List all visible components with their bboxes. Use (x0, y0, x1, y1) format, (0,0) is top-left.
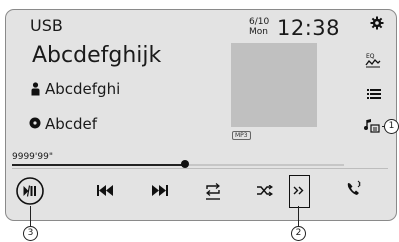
shuffle-icon[interactable] (257, 185, 273, 196)
progress-fill (12, 164, 185, 166)
callout-2-line (298, 206, 299, 227)
list-icon[interactable] (367, 88, 381, 100)
next-track-icon[interactable] (152, 185, 168, 196)
date-label: 6/10 (249, 17, 270, 27)
callout-3-line (30, 206, 31, 227)
callout-3: 3 (23, 226, 38, 241)
callout-2: 2 (291, 226, 306, 241)
album-disc-icon (29, 117, 41, 129)
music-search-icon[interactable] (364, 118, 382, 134)
artist-icon (31, 82, 40, 96)
date-display: 6/10 Mon (249, 17, 269, 37)
track-title: Abcdefghijk (32, 43, 162, 68)
eq-icon[interactable]: EQ (365, 52, 381, 68)
clock-display: 12:38 (277, 16, 341, 40)
previous-track-icon[interactable] (97, 185, 113, 196)
format-badge: MP3 (232, 131, 251, 140)
album-artwork (231, 43, 317, 127)
album-name: Abcdef (45, 115, 98, 133)
weekday-label: Mon (249, 27, 268, 37)
svg-text:EQ: EQ (366, 53, 375, 60)
divider (12, 168, 388, 169)
play-pause-icon[interactable] (15, 176, 45, 206)
play-time: 9999'99" (12, 152, 53, 162)
source-label[interactable]: USB (30, 16, 63, 35)
more-icon[interactable] (293, 186, 304, 195)
artist-name: Abcdefghi (45, 80, 121, 98)
callout-1: 1 (384, 119, 399, 134)
progress-knob[interactable] (181, 160, 189, 168)
phone-icon[interactable] (345, 180, 363, 198)
repeat-icon[interactable] (205, 181, 221, 201)
gear-icon[interactable] (370, 16, 384, 30)
